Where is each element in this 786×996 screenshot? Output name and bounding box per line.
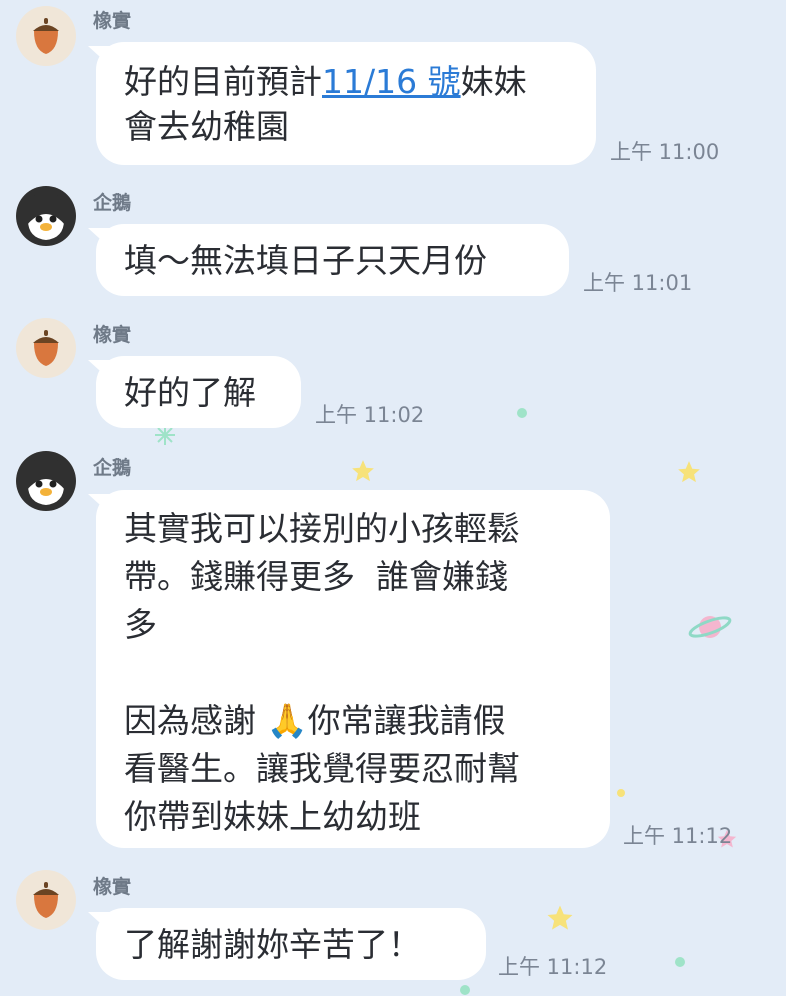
sender-avatar[interactable] [16,186,76,246]
message-timestamp: 上午 11:12 [623,824,733,848]
message-bubble[interactable]: 了解謝謝妳辛苦了！ [96,908,486,980]
message-text-line: 會去幼稚園 [124,107,289,146]
sender-avatar[interactable] [16,318,76,378]
message-text-line: 你帶到妹妹上幼幼班 [124,797,421,836]
message-timestamp: 上午 11:00 [610,140,720,164]
message-timestamp: 上午 11:12 [498,955,608,979]
message-text-line: 好的了解 [124,373,256,412]
acorn-avatar-icon [33,330,59,366]
sender-name: 橡實 [93,324,132,346]
planet-decoration-icon [688,616,732,638]
message-text-line: 好的目前預計11/16 號妹妹 [124,59,568,104]
star-decoration-icon [352,460,374,482]
message-bubble[interactable]: 填～無法填日子只天月份 [96,224,569,296]
message-timestamp: 上午 11:02 [315,403,425,427]
sender-name: 橡實 [93,10,132,32]
sender-avatar[interactable] [16,451,76,511]
star-decoration-icon [547,905,573,930]
star-decoration-icon [678,461,700,483]
sender-name: 企鵝 [93,457,132,479]
message-text-line: 填～無法填日子只天月份 [124,241,487,280]
acorn-avatar-icon [33,882,59,918]
sender-avatar[interactable] [16,870,76,930]
message-text: 好的目前預計 [124,62,322,101]
penguin-avatar-icon [16,451,76,511]
sparkle-decoration-icon [155,425,175,445]
message-text-line: 看醫生。讓我覺得要忍耐幫 [124,749,520,788]
message-text-line: 了解謝謝妳辛苦了！ [124,925,421,964]
sender-name: 橡實 [93,876,132,898]
dot-decoration-icon [517,408,527,418]
dot-decoration-icon [460,985,470,995]
message-bubble[interactable]: 其實我可以接別的小孩輕鬆 帶。錢賺得更多 誰會嫌錢 多 因為感謝 🙏你常讓我請假… [96,490,610,848]
penguin-avatar-icon [16,186,76,246]
message-text-line [124,649,582,697]
message-bubble[interactable]: 好的目前預計11/16 號妹妹 會去幼稚園 [96,42,596,165]
date-link[interactable]: 11/16 號 [322,62,461,101]
message-text-line: 其實我可以接別的小孩輕鬆 [124,509,520,548]
sender-avatar[interactable] [16,6,76,66]
dot-decoration-icon [675,957,685,967]
acorn-avatar-icon [33,18,59,54]
dot-decoration-icon [617,789,625,797]
message-bubble[interactable]: 好的了解 [96,356,301,428]
sender-name: 企鵝 [93,192,132,214]
message-text-line: 多 [124,605,157,644]
message-text: 妹妹 [460,62,527,101]
message-text-line: 因為感謝 🙏你常讓我請假 [124,701,506,740]
message-timestamp: 上午 11:01 [583,271,693,295]
message-text-line: 帶。錢賺得更多 誰會嫌錢 [124,557,508,596]
